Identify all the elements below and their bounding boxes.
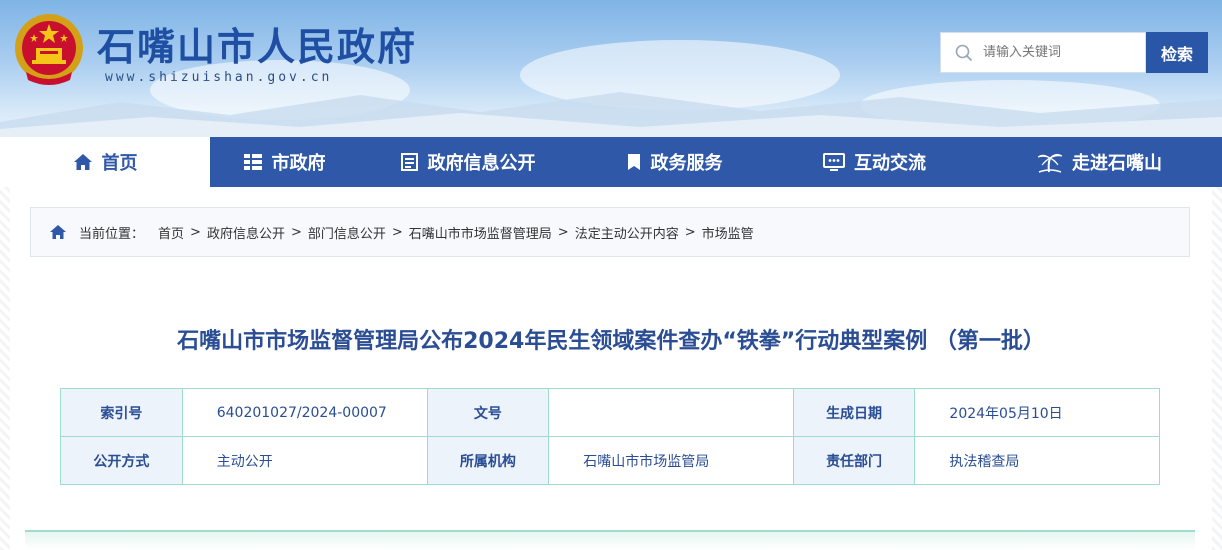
- meta-value: 石嘴山市市场监管局: [548, 436, 794, 485]
- breadcrumb-separator: >: [290, 224, 302, 240]
- breadcrumb-separator: >: [391, 224, 403, 240]
- content-divider: [25, 530, 1195, 550]
- breadcrumb-link[interactable]: 首页: [158, 223, 184, 242]
- search-button[interactable]: 检索: [1146, 32, 1208, 73]
- breadcrumb-label: 当前位置：: [79, 226, 145, 242]
- meta-value: 2024年05月10日: [914, 388, 1160, 437]
- meta-value: [548, 388, 794, 437]
- palm-tree-icon: [1037, 153, 1063, 173]
- search-input[interactable]: [983, 45, 1133, 60]
- meta-value: 主动公开: [181, 436, 428, 485]
- side-pattern: [1212, 187, 1222, 550]
- bookmark-icon: [627, 154, 640, 170]
- site-url: www.shizuishan.gov.cn: [105, 70, 333, 85]
- nav-item-label: 走进石嘴山: [1072, 153, 1162, 174]
- metadata-table: 索引号 640201027/2024-00007 文号 生成日期 2024年05…: [60, 388, 1160, 485]
- grid-list-icon: [243, 154, 262, 170]
- nav-item-home[interactable]: 首页: [0, 137, 210, 187]
- nav-item-city-government[interactable]: 市政府: [210, 137, 358, 187]
- meta-key: 所属机构: [426, 436, 550, 485]
- site-header: 石嘴山市人民政府 www.shizuishan.gov.cn 检索: [0, 0, 1222, 137]
- article-title: 石嘴山市市场监督管理局公布2024年民生领域案件查办“铁拳”行动典型案例 （第一…: [177, 329, 1045, 354]
- meta-key: 责任部门: [792, 436, 916, 485]
- home-icon: [50, 225, 66, 239]
- side-pattern: [0, 187, 10, 550]
- nav-item-government-services[interactable]: 政务服务: [576, 137, 772, 187]
- breadcrumb-link[interactable]: 政府信息公开: [207, 223, 285, 242]
- home-icon: [73, 154, 92, 170]
- breadcrumb-link[interactable]: 市场监管: [702, 223, 754, 242]
- search-icon: [955, 44, 973, 61]
- breadcrumb: 当前位置： 首页 > 政府信息公开 > 部门信息公开 > 石嘴山市市场监督管理局…: [30, 207, 1190, 257]
- mountain-decoration: [0, 92, 1222, 137]
- meta-key: 索引号: [60, 388, 183, 437]
- meta-key: 生成日期: [792, 388, 916, 437]
- monitor-chat-icon: [823, 153, 845, 171]
- nav-item-info-disclosure[interactable]: 政府信息公开: [358, 137, 576, 187]
- meta-value: 执法稽查局: [914, 436, 1160, 485]
- meta-value: 640201027/2024-00007: [181, 388, 428, 437]
- document-list-icon: [400, 153, 418, 171]
- breadcrumb-link[interactable]: 法定主动公开内容: [575, 223, 679, 242]
- breadcrumb-link[interactable]: 石嘴山市市场监督管理局: [409, 223, 552, 242]
- nav-item-label: 首页: [101, 153, 138, 174]
- site-title[interactable]: 石嘴山市人民政府: [97, 16, 417, 71]
- meta-key: 公开方式: [60, 436, 183, 485]
- table-row: 索引号 640201027/2024-00007 文号 生成日期 2024年05…: [60, 388, 1160, 437]
- nav-item-label: 政府信息公开: [427, 153, 536, 174]
- national-emblem-icon: [15, 14, 83, 85]
- nav-item-label: 政务服务: [650, 153, 723, 174]
- nav-item-interaction[interactable]: 互动交流: [772, 137, 977, 187]
- breadcrumb-separator: >: [190, 224, 201, 240]
- search-box: [940, 32, 1146, 73]
- nav-item-label: 市政府: [271, 153, 326, 174]
- nav-item-about-city[interactable]: 走进石嘴山: [977, 137, 1222, 187]
- table-row: 公开方式 主动公开 所属机构 石嘴山市市场监管局 责任部门 执法稽查局: [60, 436, 1160, 485]
- breadcrumb-separator: >: [684, 224, 696, 240]
- meta-key: 文号: [426, 388, 550, 437]
- main-nav: 首页 市政府 政府信息公开 政务服务 互动交流 走进石嘴山: [0, 137, 1222, 187]
- breadcrumb-separator: >: [557, 224, 569, 240]
- breadcrumb-link[interactable]: 部门信息公开: [308, 223, 386, 242]
- nav-item-label: 互动交流: [854, 153, 926, 174]
